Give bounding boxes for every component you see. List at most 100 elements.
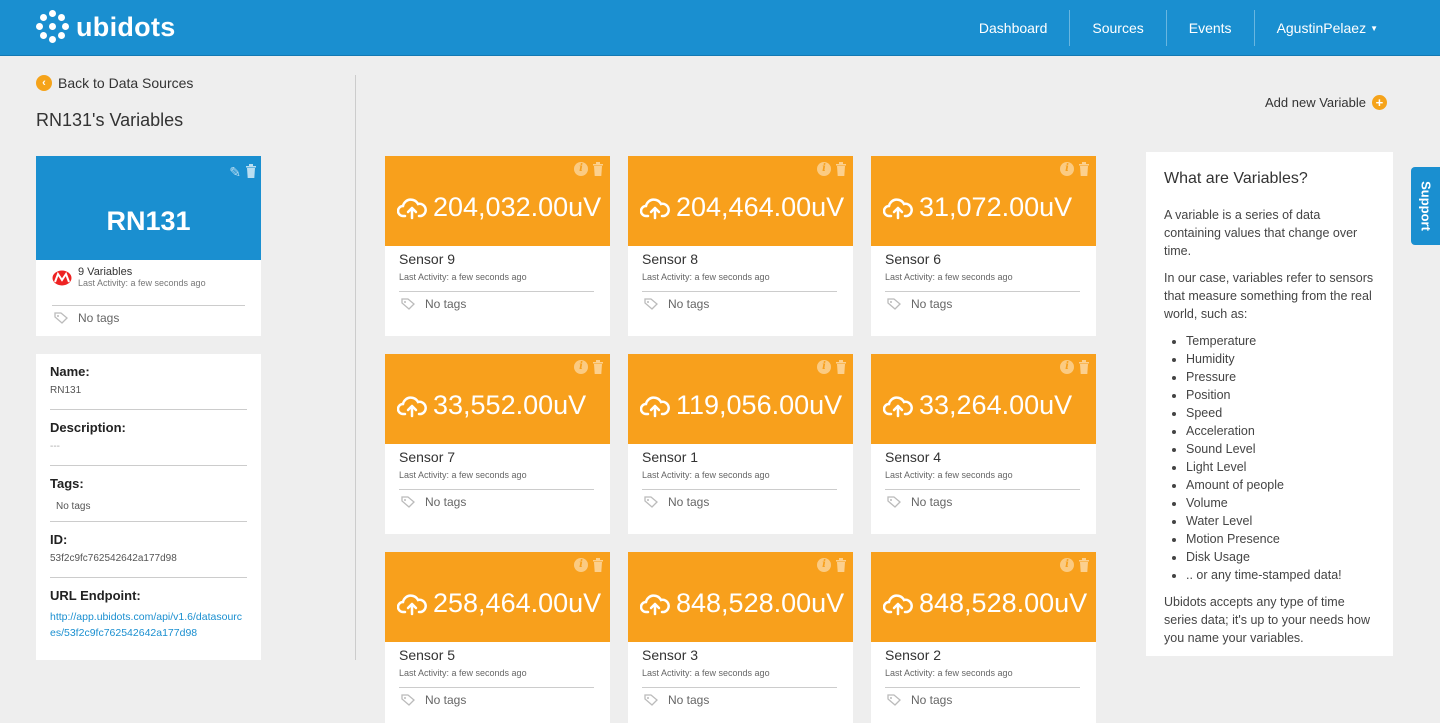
edit-pencil-icon[interactable]: ✎ xyxy=(229,164,241,181)
trash-icon[interactable] xyxy=(1078,360,1090,374)
url-endpoint-link[interactable]: http://app.ubidots.com/api/v1.6/datasour… xyxy=(50,609,247,641)
variable-tags: No tags xyxy=(911,693,953,707)
variable-card[interactable]: i 33,264.00uV Sensor 4 Last Activity: a … xyxy=(871,354,1096,534)
variable-name[interactable]: Sensor 9 xyxy=(399,251,455,267)
variable-value: 258,464.00uV xyxy=(433,588,602,618)
variable-card-header[interactable]: i 33,264.00uV xyxy=(871,354,1096,444)
ubidots-logo[interactable]: ubidots xyxy=(36,10,176,44)
support-tab[interactable]: Support xyxy=(1411,167,1440,245)
detail-value: 53f2c9fc762542642a177d98 xyxy=(50,553,177,564)
variable-value: 848,528.00uV xyxy=(919,588,1088,618)
variable-name[interactable]: Sensor 8 xyxy=(642,251,698,267)
trash-icon[interactable] xyxy=(592,360,604,374)
variable-tags: No tags xyxy=(425,297,467,311)
trash-icon[interactable] xyxy=(1078,162,1090,176)
help-list-item: Speed xyxy=(1186,404,1375,422)
variable-card-header[interactable]: i 31,072.00uV xyxy=(871,156,1096,246)
variable-card[interactable]: i 31,072.00uV Sensor 6 Last Activity: a … xyxy=(871,156,1096,336)
divider xyxy=(399,687,594,688)
variable-tags: No tags xyxy=(668,495,710,509)
variable-card-header[interactable]: i 848,528.00uV xyxy=(628,552,853,642)
tag-icon xyxy=(887,298,901,310)
variable-value: 33,552.00uV xyxy=(433,390,587,420)
divider xyxy=(885,489,1080,490)
variable-name[interactable]: Sensor 2 xyxy=(885,647,941,663)
info-icon[interactable]: i xyxy=(817,360,831,374)
help-paragraph: Ubidots accepts any type of time series … xyxy=(1164,595,1370,645)
device-card-header: ✎ RN131 xyxy=(36,156,261,260)
back-to-data-sources-link[interactable]: ‹ Back to Data Sources xyxy=(36,75,193,91)
info-icon[interactable]: i xyxy=(817,162,831,176)
cloud-upload-icon xyxy=(640,395,670,417)
nav-sources[interactable]: Sources xyxy=(1069,10,1165,46)
trash-icon[interactable] xyxy=(835,162,847,176)
variable-card[interactable]: i 33,552.00uV Sensor 7 Last Activity: a … xyxy=(385,354,610,534)
variable-tags: No tags xyxy=(425,495,467,509)
trash-icon[interactable] xyxy=(1078,558,1090,572)
info-icon[interactable]: i xyxy=(574,558,588,572)
variable-name[interactable]: Sensor 1 xyxy=(642,449,698,465)
device-card: ✎ RN131 9 Variables Last Activity: a few… xyxy=(36,156,261,336)
nav-user-menu[interactable]: AgustinPelaez ▼ xyxy=(1253,10,1400,46)
variable-card-header[interactable]: i 119,056.00uV xyxy=(628,354,853,444)
info-icon[interactable]: i xyxy=(1060,162,1074,176)
vertical-divider xyxy=(355,75,356,660)
trash-icon[interactable] xyxy=(592,162,604,176)
logo-dots-icon xyxy=(36,10,70,44)
chevron-left-icon: ‹ xyxy=(36,75,52,91)
detail-id: ID: 53f2c9fc762542642a177d98 xyxy=(50,522,247,578)
variable-card[interactable]: i 204,032.00uV Sensor 9 Last Activity: a… xyxy=(385,156,610,336)
variable-name[interactable]: Sensor 5 xyxy=(399,647,455,663)
trash-icon[interactable] xyxy=(245,164,257,181)
variable-card[interactable]: i 119,056.00uV Sensor 1 Last Activity: a… xyxy=(628,354,853,534)
variable-tags: No tags xyxy=(425,693,467,707)
tag-icon xyxy=(401,694,415,706)
info-icon[interactable]: i xyxy=(574,162,588,176)
divider xyxy=(885,687,1080,688)
variable-card-header[interactable]: i 258,464.00uV xyxy=(385,552,610,642)
divider xyxy=(399,489,594,490)
add-new-variable-button[interactable]: Add new Variable + xyxy=(1265,95,1387,110)
help-paragraph: In our case, variables refer to sensors … xyxy=(1164,271,1374,321)
variable-last-activity: Last Activity: a few seconds ago xyxy=(399,272,527,282)
variable-card-header[interactable]: i 33,552.00uV xyxy=(385,354,610,444)
info-icon[interactable]: i xyxy=(1060,360,1074,374)
info-icon[interactable]: i xyxy=(574,360,588,374)
plus-icon: + xyxy=(1371,95,1387,110)
variable-card[interactable]: i 848,528.00uV Sensor 3 Last Activity: a… xyxy=(628,552,853,723)
help-list-item: Water Level xyxy=(1186,512,1375,530)
variable-card[interactable]: i 204,464.00uV Sensor 8 Last Activity: a… xyxy=(628,156,853,336)
nav-dashboard[interactable]: Dashboard xyxy=(957,10,1070,46)
variable-name[interactable]: Sensor 3 xyxy=(642,647,698,663)
nav-events[interactable]: Events xyxy=(1165,10,1254,46)
divider xyxy=(52,305,245,306)
detail-url-endpoint: URL Endpoint: http://app.ubidots.com/api… xyxy=(50,578,247,652)
variable-card-header[interactable]: i 848,528.00uV xyxy=(871,552,1096,642)
variable-card-header[interactable]: i 204,464.00uV xyxy=(628,156,853,246)
variable-name[interactable]: Sensor 7 xyxy=(399,449,455,465)
variable-value: 848,528.00uV xyxy=(676,588,845,618)
add-variable-label: Add new Variable xyxy=(1265,95,1366,110)
divider xyxy=(642,687,837,688)
info-icon[interactable]: i xyxy=(817,558,831,572)
divider xyxy=(399,291,594,292)
variable-name[interactable]: Sensor 4 xyxy=(885,449,941,465)
tag-icon xyxy=(887,694,901,706)
trash-icon[interactable] xyxy=(592,558,604,572)
help-title: What are Variables? xyxy=(1164,170,1308,187)
variable-tags: No tags xyxy=(668,297,710,311)
variable-card[interactable]: i 258,464.00uV Sensor 5 Last Activity: a… xyxy=(385,552,610,723)
help-list-item: Position xyxy=(1186,386,1375,404)
variable-value: 119,056.00uV xyxy=(676,390,843,420)
variable-name[interactable]: Sensor 6 xyxy=(885,251,941,267)
top-navbar: ubidots Dashboard Sources Events Agustin… xyxy=(0,0,1440,56)
trash-icon[interactable] xyxy=(835,360,847,374)
info-icon[interactable]: i xyxy=(1060,558,1074,572)
detail-label: URL Endpoint: xyxy=(50,588,141,603)
trash-icon[interactable] xyxy=(835,558,847,572)
tag-icon xyxy=(644,496,658,508)
variable-last-activity: Last Activity: a few seconds ago xyxy=(642,668,770,678)
variable-card[interactable]: i 848,528.00uV Sensor 2 Last Activity: a… xyxy=(871,552,1096,723)
user-name: AgustinPelaez xyxy=(1276,20,1367,36)
variable-card-header[interactable]: i 204,032.00uV xyxy=(385,156,610,246)
